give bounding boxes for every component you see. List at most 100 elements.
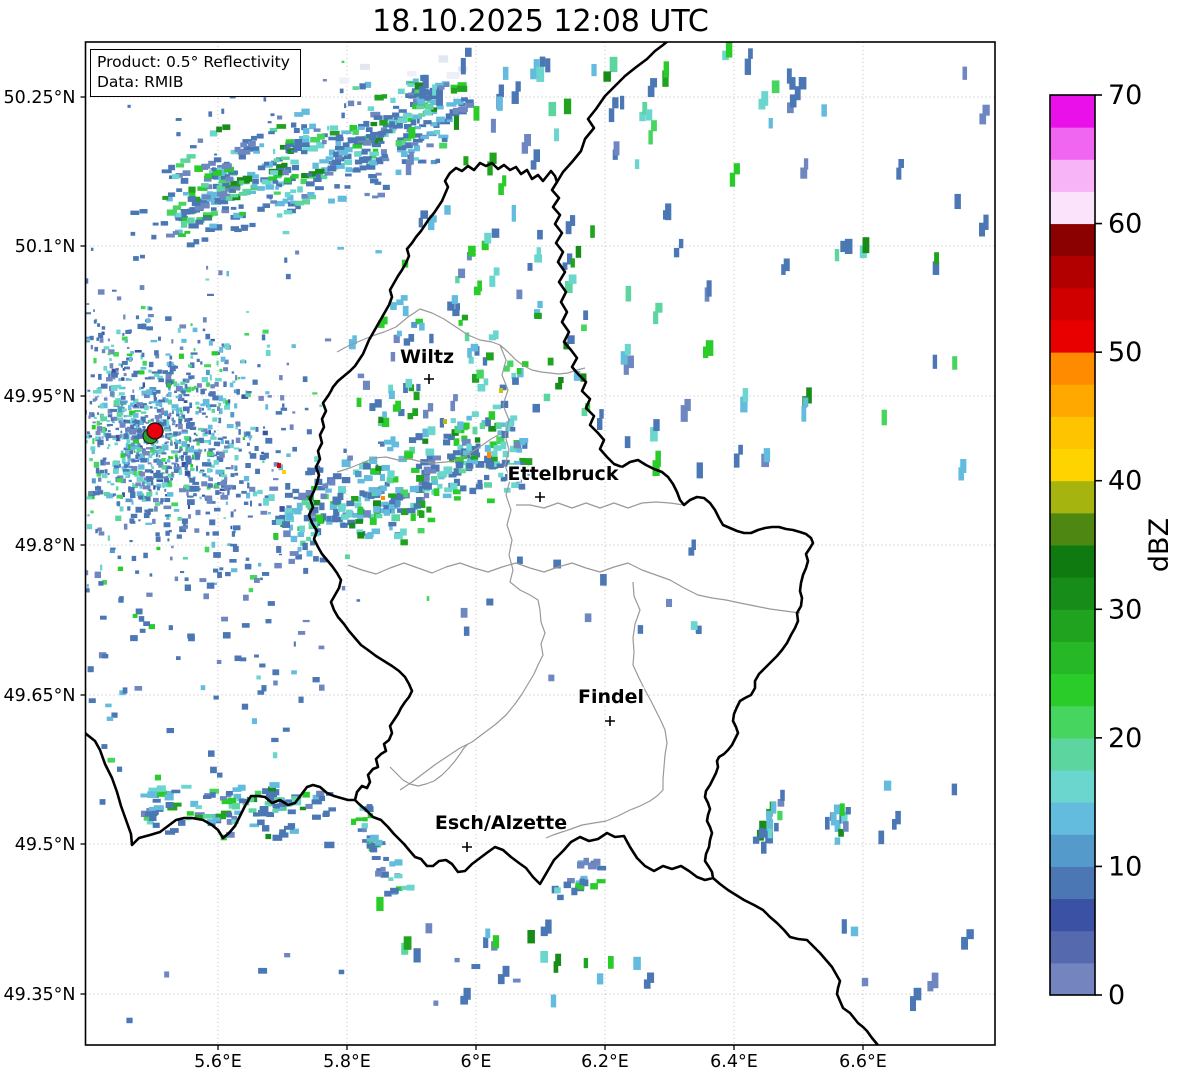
echo-pixel [202, 217, 212, 221]
echo-pixel [207, 424, 213, 430]
echo-pixel [144, 509, 150, 513]
echo-pixel [142, 485, 151, 490]
echo-pixel [405, 378, 413, 388]
echo-pixel [135, 608, 143, 615]
echo-pixel [249, 486, 256, 492]
colorbar-segment [1050, 287, 1095, 321]
echo-pixel [375, 870, 382, 877]
echo-pixel [359, 83, 366, 90]
echo-pixel [665, 203, 672, 221]
echo-pixel [207, 404, 210, 408]
echo-pixel [426, 143, 434, 148]
echo-pixel [114, 442, 119, 446]
product-annotation-box: Product: 0.5° Reflectivity Data: RMIB [90, 49, 301, 97]
echo-pixel [458, 468, 466, 474]
echo-pixel [218, 402, 222, 407]
echo-pixel [113, 351, 119, 357]
echo-pixel [156, 486, 160, 491]
echo-pixel [164, 794, 174, 801]
echo-pixel [107, 424, 113, 427]
echo-pixel [375, 250, 382, 254]
echo-pixel [381, 94, 388, 99]
echo-pixel [222, 124, 231, 130]
echo-pixel [430, 99, 438, 106]
echo-pixel [375, 514, 383, 519]
echo-pixel [413, 145, 421, 152]
echo-pixel [254, 654, 259, 658]
echo-pixel [325, 156, 334, 160]
echo-pixel [187, 208, 195, 215]
echo-pixel [271, 469, 274, 472]
echo-pixel [102, 457, 107, 461]
echo-pixel [454, 957, 460, 963]
colorbar-segment [1050, 416, 1095, 450]
y-tick-label: 50.1°N [15, 237, 76, 257]
echo-pixel [438, 55, 449, 63]
echo-pixel [388, 390, 395, 400]
echo-pixel [282, 169, 289, 176]
echo-pixel [357, 532, 365, 539]
echo-pixel [430, 469, 437, 474]
echo-pixel [93, 461, 100, 468]
echo-pixel [254, 577, 260, 583]
echo-pixel [475, 483, 483, 490]
echo-pixel [285, 139, 294, 144]
echo-pixel [96, 412, 100, 416]
echo-pixel [545, 58, 551, 73]
echo-pixel [349, 522, 355, 529]
echo-pixel [105, 703, 112, 708]
echo-pixel [123, 447, 126, 450]
echo-pixel [146, 326, 153, 331]
echo-pixel [270, 200, 277, 204]
echo-pixel [493, 445, 502, 451]
echo-pixel [196, 441, 200, 446]
echo-pixel [255, 468, 261, 475]
echo-pixel [752, 836, 760, 844]
echo-pixel [96, 426, 103, 432]
echo-pixel [423, 492, 430, 499]
echo-pixel [262, 825, 270, 832]
echo-pixel [253, 150, 260, 154]
echo-pixel [235, 375, 238, 381]
echo-pixel [278, 553, 282, 556]
echo-pixel [100, 460, 104, 463]
echo-pixel [248, 808, 257, 813]
echo-pixel [273, 191, 281, 195]
echo-pixel [230, 226, 239, 231]
echo-pixel [534, 312, 542, 319]
echo-pixel [502, 66, 509, 80]
echo-pixel [319, 404, 323, 408]
echo-pixel [153, 497, 159, 503]
colorbar-axis-label: dBZ [1144, 518, 1175, 572]
echo-pixel [174, 454, 178, 458]
echo-pixel [188, 514, 192, 519]
echo-pixel [361, 151, 368, 155]
echo-pixel [951, 783, 958, 796]
echo-pixel [647, 972, 655, 983]
echo-pixel [196, 387, 199, 393]
echo-pixel [186, 811, 194, 816]
echo-pixel [412, 408, 419, 417]
echo-pixel [218, 180, 227, 184]
echo-pixel [377, 141, 385, 144]
echo-pixel [144, 469, 152, 473]
colorbar-tick-label: 70 [1108, 80, 1142, 111]
echo-pixel [241, 623, 250, 628]
echo-pixel [116, 296, 122, 301]
echo-pixel [130, 351, 135, 354]
echo-pixel [651, 120, 657, 132]
echo-pixel [201, 407, 205, 411]
echo-pixel [116, 367, 119, 371]
echo-pixel [268, 494, 275, 502]
echo-pixel [277, 463, 281, 468]
echo-pixel [195, 219, 204, 225]
echo-pixel [427, 403, 434, 412]
echo-pixel [258, 810, 267, 817]
echo-pixel [284, 257, 288, 263]
echo-pixel [382, 184, 390, 190]
echo-pixel [178, 423, 183, 430]
echo-pixel [338, 505, 346, 512]
echo-pixel [172, 174, 180, 180]
echo-pixel [315, 168, 325, 174]
echo-pixel [131, 373, 138, 378]
